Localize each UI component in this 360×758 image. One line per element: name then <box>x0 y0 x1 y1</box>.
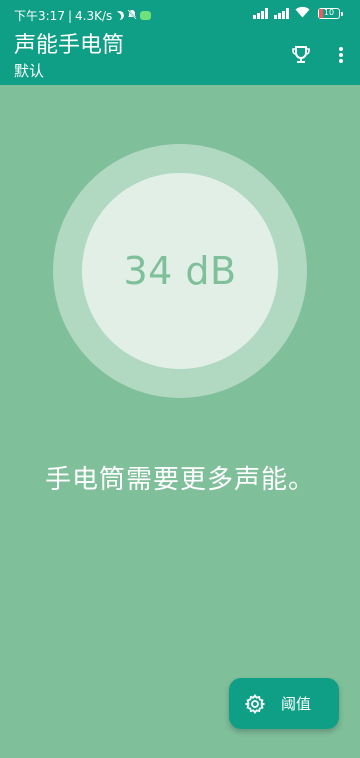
threshold-button[interactable]: 阈值 <box>229 678 339 729</box>
sound-meter-disc: 34 dB <box>82 173 278 369</box>
trophy-icon <box>292 46 310 63</box>
signal-icon <box>274 8 289 19</box>
threshold-label: 阈值 <box>281 695 312 713</box>
app-subtitle: 默认 <box>14 62 45 80</box>
signal-icon <box>253 8 268 19</box>
gear-icon <box>245 693 265 714</box>
moon-icon <box>114 10 126 22</box>
battery-level: 10 <box>323 8 335 17</box>
message-icon <box>140 11 152 20</box>
trophy-button[interactable] <box>286 40 316 70</box>
status-separator: | <box>67 8 72 23</box>
app-title: 声能手电筒 <box>14 33 125 58</box>
decibel-reading: 34 dB <box>123 249 237 293</box>
status-network-speed: 4.3K/s <box>75 8 113 23</box>
more-options-button[interactable] <box>328 40 354 70</box>
status-message: 手电筒需要更多声能。 <box>44 465 315 495</box>
app-bar: 声能手电筒 默认 <box>0 30 360 85</box>
status-time: 下午3:17 <box>14 9 65 23</box>
status-bar: 下午3:17 | 4.3K/s 10 <box>0 0 360 30</box>
wifi-icon <box>295 6 310 21</box>
status-right: 10 <box>253 6 343 21</box>
battery-icon: 10 <box>318 8 343 19</box>
bell-off-icon <box>127 8 137 23</box>
status-left: 下午3:17 | 4.3K/s <box>14 7 152 24</box>
more-vert-icon <box>339 47 343 63</box>
